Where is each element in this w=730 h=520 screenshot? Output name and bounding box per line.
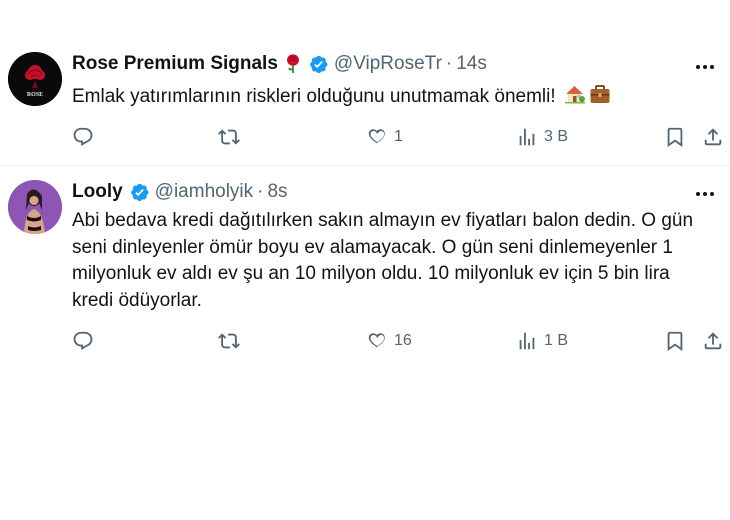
tweet-actions: 16 1 B: [72, 328, 722, 354]
user-handle[interactable]: @iamholyik: [155, 181, 253, 203]
reply-button[interactable]: [72, 330, 100, 352]
like-button[interactable]: 1: [366, 126, 403, 148]
tweet-feed: ROSE Rose Premium Signals @VipRoseTr · 1…: [0, 0, 730, 420]
bookmark-icon: [667, 127, 683, 148]
retweet-icon: [218, 333, 240, 349]
share-button[interactable]: [702, 126, 724, 148]
briefcase-emoji-icon: [590, 85, 610, 103]
reply-button[interactable]: [72, 126, 100, 148]
like-count: 1: [394, 128, 403, 145]
house-with-garden-emoji-icon: [564, 86, 585, 104]
avatar[interactable]: [8, 180, 62, 234]
reply-icon: [73, 127, 93, 146]
user-handle[interactable]: @VipRoseTr: [334, 53, 442, 75]
timestamp[interactable]: 14s: [456, 53, 487, 75]
bookmark-icon: [667, 331, 683, 352]
display-name[interactable]: Looly: [72, 181, 123, 203]
rose-emoji-icon: [286, 54, 299, 73]
views-button[interactable]: 3 B: [516, 126, 568, 148]
profile-photo-icon: [8, 180, 62, 234]
more-options-icon[interactable]: [694, 56, 716, 78]
separator-dot: ·: [257, 181, 264, 202]
more-options-icon[interactable]: [694, 183, 716, 205]
tweet-actions: 1 3 B: [72, 124, 722, 150]
bookmark-button[interactable]: [664, 126, 686, 148]
tweet-text: Abi bedava kredi dağıtılırken sakın alma…: [72, 210, 694, 311]
tweet-actions: [72, 494, 720, 520]
retweet-button[interactable]: [218, 126, 246, 148]
like-count: 16: [394, 332, 412, 349]
tweet-header: Looly @iamholyik · 8s: [72, 180, 720, 204]
retweet-button[interactable]: [218, 330, 246, 352]
tweet-text: Emlak yatırımlarının riskleri olduğunu u…: [72, 83, 720, 110]
views-button[interactable]: 1 B: [516, 330, 568, 352]
display-name[interactable]: Rose Premium Signals: [72, 53, 278, 75]
view-count: 1 B: [544, 332, 569, 349]
retweet-icon: [218, 129, 240, 145]
share-icon: [704, 128, 722, 146]
avatar[interactable]: ROSE: [8, 52, 62, 106]
share-button[interactable]: [702, 330, 724, 352]
tweet-text-body: Emlak yatırımlarının riskleri olduğunu u…: [72, 86, 556, 107]
share-icon: [704, 332, 722, 350]
like-button[interactable]: 16: [366, 330, 412, 352]
heart-icon: [368, 333, 385, 348]
bookmark-button[interactable]: [664, 330, 686, 352]
logo-text: ROSE: [27, 92, 43, 98]
bar-chart-icon: [519, 128, 535, 146]
rose-logo-icon: ROSE: [8, 52, 62, 106]
tweet[interactable]: Looly @iamholyik · 8s Abi bedava kredi d…: [0, 166, 730, 420]
timestamp[interactable]: 8s: [267, 181, 287, 203]
verified-badge-icon[interactable]: [129, 182, 150, 203]
separator-dot: ·: [445, 53, 453, 74]
bar-chart-icon: [519, 332, 535, 350]
view-count: 3 B: [544, 128, 569, 145]
reply-icon: [73, 331, 93, 350]
verified-badge-icon[interactable]: [308, 54, 329, 75]
heart-icon: [368, 129, 385, 144]
tweet-content: Looly @iamholyik · 8s Abi bedava kredi d…: [72, 180, 720, 420]
tweet[interactable]: ROSE Rose Premium Signals @VipRoseTr · 1…: [0, 0, 730, 166]
tweet-header: Rose Premium Signals @VipRoseTr · 14s: [72, 52, 720, 76]
